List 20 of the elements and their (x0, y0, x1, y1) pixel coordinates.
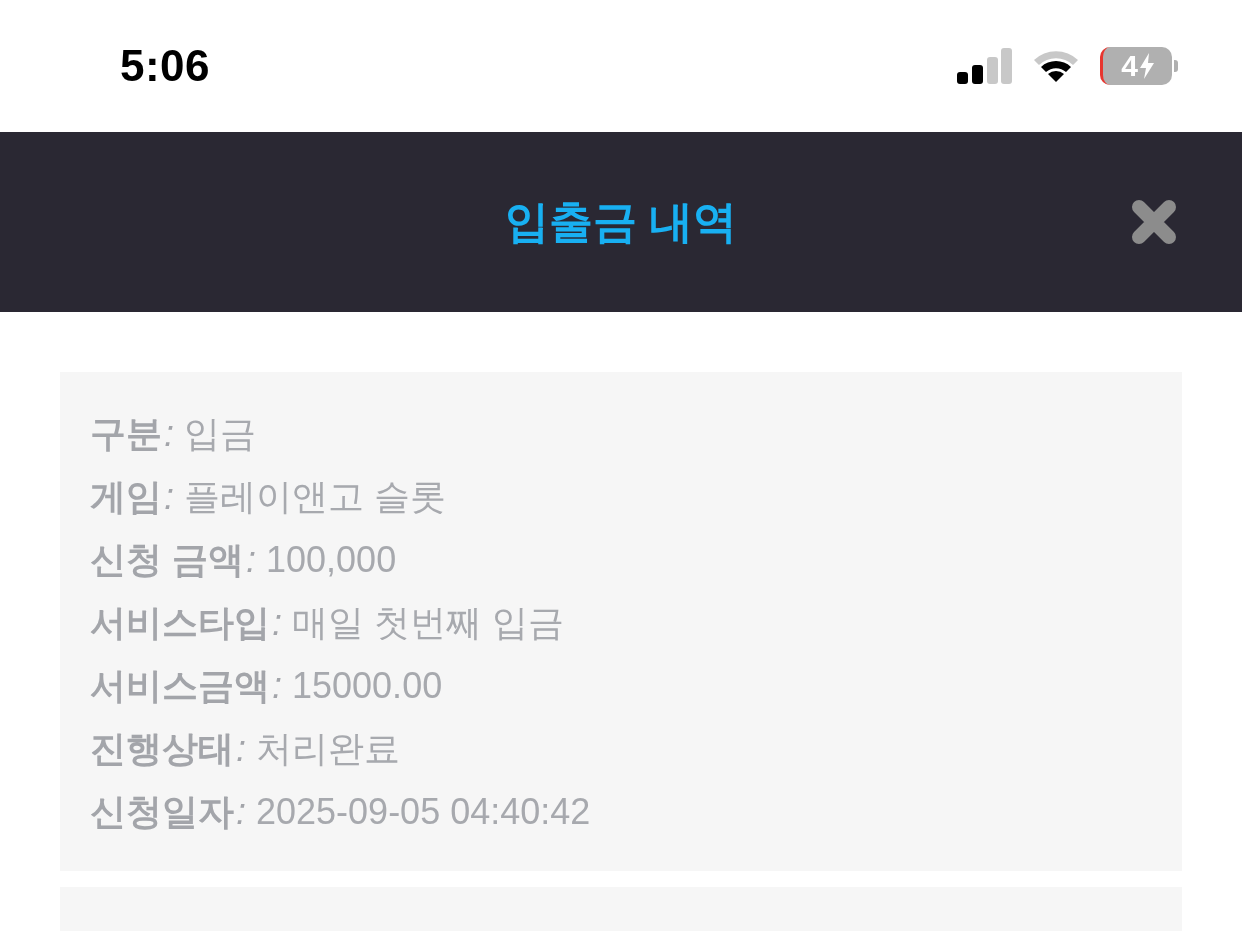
field-value: 처리완료 (256, 728, 400, 769)
field-value: 플레이앤고 슬롯 (184, 476, 447, 517)
field-label: 진행상태: (90, 728, 246, 769)
field-value: 매일 첫번째 입금 (292, 602, 565, 643)
signal-icon (957, 48, 1012, 84)
field-value: 입금 (184, 413, 256, 454)
field-label: 서비스타입: (90, 602, 282, 643)
field-label: 신청 금액: (90, 539, 257, 580)
status-time: 5:06 (120, 44, 211, 88)
field-label: 서비스금액: (90, 665, 282, 706)
field-label: 구분: (90, 413, 174, 454)
page-title: 입출금 내역 (504, 195, 738, 248)
field-value: 2025-09-05 04:40:42 (256, 791, 591, 832)
field-value: 100,000 (266, 539, 397, 580)
wifi-icon (1032, 48, 1080, 84)
field-label: 신청일자: (90, 791, 246, 832)
close-icon (1129, 197, 1179, 247)
battery-level-text: 4 (1121, 51, 1138, 81)
field-value: 15000.00 (292, 665, 443, 706)
field-label: 게임: (90, 476, 174, 517)
